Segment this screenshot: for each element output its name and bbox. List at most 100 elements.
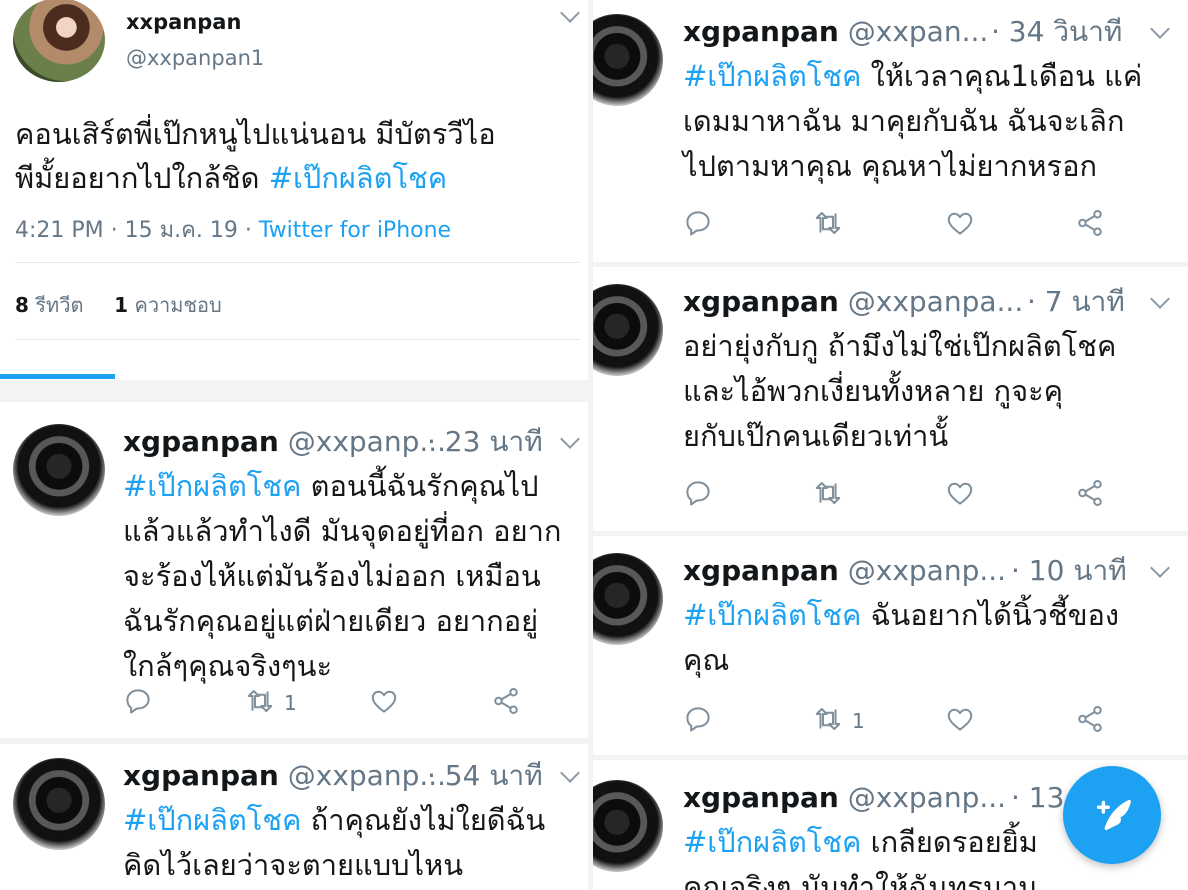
tweet-body: อย่ายุ่งกับกู ถ้ามึงไม่ใช่เป๊กผลิตโชค แล… (683, 324, 1178, 459)
avatar[interactable] (593, 553, 663, 645)
body-line: จะร้องไห้แต่มันร้องไม่ออก เหมือน (123, 559, 541, 593)
user-handle[interactable]: @xxpan... (848, 15, 989, 48)
retweets-label: รีทวีต (35, 293, 84, 317)
tweet-time: · 7 นาที (1027, 285, 1125, 318)
retweet-button[interactable] (813, 479, 852, 511)
hashtag-link[interactable]: #เป๊กผลิตโชค (123, 803, 301, 837)
tweet-actions (683, 479, 1103, 513)
heart-icon (945, 478, 975, 512)
tweet-actions: 1 (123, 687, 523, 721)
chevron-down-icon[interactable] (1150, 558, 1170, 578)
tweet-separator (593, 755, 1188, 760)
tweet-time: · 13 (1011, 781, 1065, 814)
tweet-body: #เป๊กผลิตโชค ถ้าคุณยังไม่ใยดีฉัน คิดไว้เ… (123, 798, 583, 888)
avatar[interactable] (13, 424, 105, 516)
share-button[interactable] (1075, 479, 1105, 511)
like-button[interactable] (945, 705, 975, 737)
user-handle[interactable]: @xxpanp... (848, 554, 1006, 587)
body-line: อย่ายุ่งกับกู ถ้ามึงไม่ใช่เป๊กผลิตโชค (683, 329, 1117, 363)
like-button[interactable] (369, 687, 399, 719)
avatar[interactable] (593, 780, 663, 872)
tweet-separator (593, 531, 1188, 536)
retweets-stat[interactable]: 8 รีทวีต (15, 293, 83, 317)
like-button[interactable] (945, 209, 975, 241)
user-name[interactable]: xgpanpan (683, 554, 839, 587)
hashtag-link[interactable]: #เป๊กผลิตโชค (683, 59, 861, 93)
tweet-meta: 4:21 PM · 15 ม.ค. 19 · Twitter for iPhon… (15, 212, 451, 247)
retweet-icon (813, 208, 843, 242)
user-name[interactable]: xgpanpan (123, 759, 279, 792)
body-line: ไปตามหาคุณ คุณหาไม่ยากหรอก (683, 149, 1098, 183)
retweet-button[interactable]: 1 (245, 687, 297, 719)
share-icon (1075, 208, 1105, 242)
share-button[interactable] (491, 687, 521, 719)
share-button[interactable] (1075, 209, 1105, 241)
chevron-down-icon[interactable] (560, 429, 580, 449)
body-line-text: เกลียดรอยยิ้ม (861, 825, 1038, 859)
hashtag-link[interactable]: #เป๊กผลิตโชค (683, 825, 861, 859)
hashtag-link[interactable]: #เป๊กผลิตโชค (683, 598, 861, 632)
user-name[interactable]: xgpanpan (683, 15, 839, 48)
tweet-source-link[interactable]: Twitter for iPhone (259, 218, 451, 243)
body-line: แล้วแล้วทำไงดี มันจุดอยู่ที่อก อยาก (123, 514, 562, 548)
reply-button[interactable] (123, 687, 153, 719)
retweet-count: 1 (284, 691, 297, 715)
share-icon (491, 686, 521, 720)
body-line: ใกล้ๆคุณจริงๆนะ (123, 649, 333, 683)
tweet-body: #เป๊กผลิตโชค ตอนนี้ฉันรักคุณไป แล้วแล้วท… (123, 464, 583, 689)
tweet-header: xgpanpan @xxpanpa... (683, 284, 1023, 320)
author-name[interactable]: xxpanpan (126, 10, 241, 34)
user-handle[interactable]: @xxpanp... (288, 425, 446, 458)
body-line: #เป๊กผลิตโชค ให้เวลาคุณ1เดือน แค่ (683, 54, 1178, 99)
tweet-separator (593, 262, 1188, 267)
body-line-text: ถ้าคุณยังไม่ใยดีฉัน (301, 803, 546, 837)
left-column: xxpanpan @xxpanpan1 คอนเสิร์ตพี่เป๊กหนูไ… (0, 0, 588, 890)
author-avatar[interactable] (13, 0, 105, 82)
tweet-separator (0, 738, 588, 744)
body-line-text: ฉันอยากได้นิ้วชี้ของ (861, 598, 1120, 632)
avatar[interactable] (13, 758, 105, 850)
compose-tweet-button[interactable] (1063, 766, 1161, 864)
user-name[interactable]: xgpanpan (123, 425, 279, 458)
chevron-down-icon[interactable] (1150, 19, 1170, 39)
hashtag-link[interactable]: #เป๊กผลิตโชค (123, 469, 301, 503)
retweet-button[interactable]: 1 (813, 705, 865, 737)
user-name[interactable]: xgpanpan (683, 285, 839, 318)
user-handle[interactable]: @xxpanp... (288, 759, 446, 792)
chevron-down-icon[interactable] (560, 763, 580, 783)
active-tab-indicator (0, 374, 115, 379)
reply-button[interactable] (683, 705, 713, 737)
tweet-text-line-1: คอนเสิร์ตพี่เป๊กหนูไปแน่นอน มีบัตรวีไอ (15, 117, 496, 151)
user-handle[interactable]: @xxpanp... (848, 781, 1006, 814)
tweet-header: xgpanpan @xxpanp... (123, 424, 446, 460)
tweet-body: #เป๊กผลิตโชค ฉันอยากได้นิ้วชี้ของ คุณ (683, 593, 1178, 683)
body-line: ฉันรักคุณอยู่แต่ฝ่ายเดียว อยากอยู่ (123, 604, 539, 638)
chevron-down-icon[interactable] (560, 3, 580, 23)
tweet-header: xgpanpan @xxpan... (683, 14, 988, 50)
user-name[interactable]: xgpanpan (683, 781, 839, 814)
retweets-count: 8 (15, 293, 29, 317)
hashtag-link[interactable]: #เป๊กผลิตโชค (269, 161, 447, 195)
avatar[interactable] (593, 14, 663, 106)
tweet-text: คอนเสิร์ตพี่เป๊กหนูไปแน่นอน มีบัตรวีไอ พ… (15, 112, 585, 200)
user-handle[interactable]: @xxpanpa... (848, 285, 1023, 318)
avatar[interactable] (593, 284, 663, 376)
share-icon (1075, 478, 1105, 512)
chevron-down-icon[interactable] (1150, 289, 1170, 309)
likes-stat[interactable]: 1 ความชอบ (114, 293, 222, 317)
tweet-actions (683, 209, 1103, 243)
body-line-text: ตอนนี้ฉันรักคุณไป (301, 469, 539, 503)
tweet-time: · 34 วินาที (991, 15, 1123, 48)
retweet-icon (245, 686, 275, 720)
share-button[interactable] (1075, 705, 1105, 737)
author-handle[interactable]: @xxpanpan1 (126, 46, 264, 70)
tweet-header: xgpanpan @xxpanp... (683, 553, 1006, 589)
divider (15, 262, 580, 263)
like-button[interactable] (945, 479, 975, 511)
reply-button[interactable] (683, 209, 713, 241)
reply-icon (683, 478, 713, 512)
reply-button[interactable] (683, 479, 713, 511)
retweet-button[interactable] (813, 209, 852, 241)
meta-separator: · (110, 218, 125, 243)
tweet-header: xgpanpan @xxpanp... (683, 780, 1006, 816)
